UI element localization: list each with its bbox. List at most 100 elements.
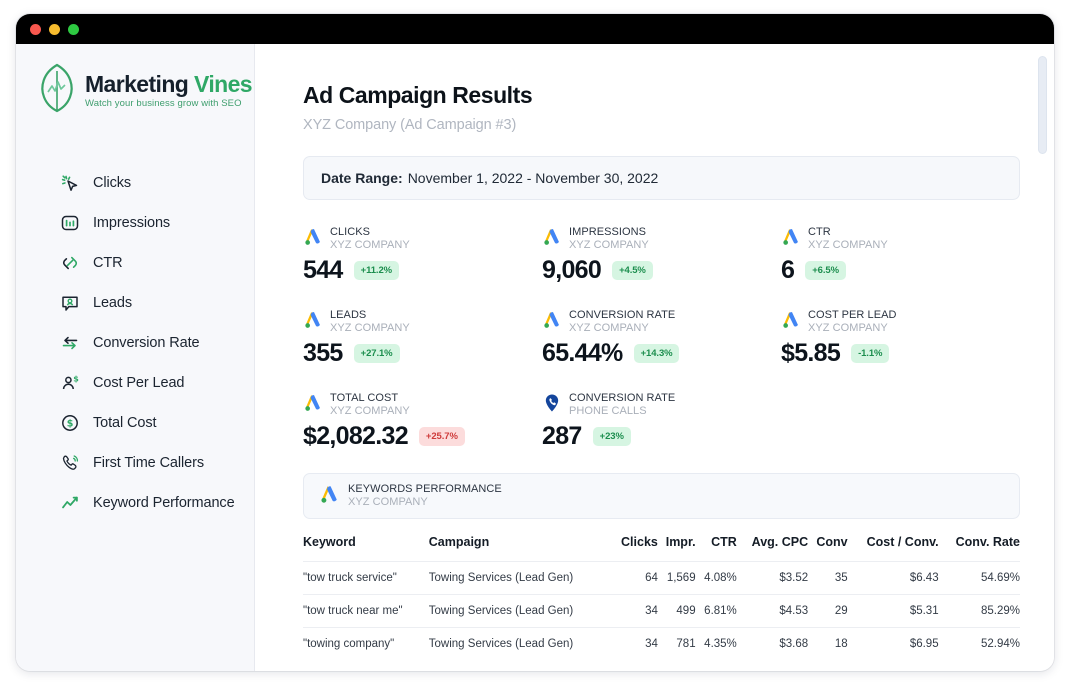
sidebar-item-label: Total Cost bbox=[93, 415, 156, 431]
date-range-value: November 1, 2022 - November 30, 2022 bbox=[408, 170, 659, 186]
table-row[interactable]: "tow truck near me" Towing Services (Lea… bbox=[303, 595, 1020, 628]
google-ads-icon bbox=[542, 310, 562, 335]
sidebar-item-label: CTR bbox=[93, 255, 123, 271]
sidebar-item-keyword-performance[interactable]: Keyword Performance bbox=[16, 483, 254, 523]
cell-impr: 781 bbox=[658, 628, 696, 661]
bar-chart-box-icon bbox=[60, 213, 80, 233]
table-head: Keyword Campaign Clicks Impr. CTR Avg. C… bbox=[303, 535, 1020, 562]
user-card-icon bbox=[60, 293, 80, 313]
map-pin-phone-icon bbox=[542, 393, 562, 418]
metric-delta-badge: +25.7% bbox=[419, 427, 465, 446]
metric-title: CONVERSION RATE bbox=[569, 309, 675, 322]
metric-delta-badge: -1.1% bbox=[851, 344, 889, 363]
google-ads-icon bbox=[303, 393, 323, 418]
metric-source: XYZ COMPANY bbox=[330, 239, 410, 252]
scrollbar-thumb[interactable] bbox=[1038, 56, 1047, 154]
metric-source: XYZ COMPANY bbox=[808, 239, 888, 252]
metric-delta-badge: +11.2% bbox=[354, 261, 399, 280]
cell-keyword: "tow truck near me" bbox=[303, 595, 429, 628]
sidebar-item-first-time-callers[interactable]: First Time Callers bbox=[16, 443, 254, 483]
keywords-table: Keyword Campaign Clicks Impr. CTR Avg. C… bbox=[303, 535, 1020, 660]
keywords-panel-source: XYZ COMPANY bbox=[348, 496, 502, 509]
metric-card-conversion-rate: CONVERSION RATE XYZ COMPANY 65.44% +14.3… bbox=[542, 309, 781, 368]
metric-source: XYZ COMPANY bbox=[330, 322, 410, 335]
date-range-label: Date Range: bbox=[321, 170, 403, 186]
metric-title: CONVERSION RATE bbox=[569, 392, 675, 405]
exchange-arrows-icon bbox=[60, 333, 80, 353]
column-header-conv-rate[interactable]: Conv. Rate bbox=[939, 535, 1020, 562]
minimize-button[interactable] bbox=[49, 24, 60, 35]
google-ads-icon bbox=[303, 310, 323, 335]
metric-title: COST PER LEAD bbox=[808, 309, 896, 322]
metric-delta-badge: +6.5% bbox=[805, 261, 846, 280]
metric-delta-badge: +23% bbox=[593, 427, 631, 446]
leaf-icon bbox=[38, 62, 76, 119]
column-header-impr[interactable]: Impr. bbox=[658, 535, 696, 562]
metric-title: TOTAL COST bbox=[330, 392, 410, 405]
google-ads-icon bbox=[781, 227, 801, 252]
metric-source: PHONE CALLS bbox=[569, 405, 675, 418]
google-ads-icon bbox=[319, 484, 340, 510]
date-range-bar[interactable]: Date Range: November 1, 2022 - November … bbox=[303, 156, 1020, 200]
metric-card-clicks: CLICKS XYZ COMPANY 544 +11.2% bbox=[303, 226, 542, 285]
sidebar-item-ctr[interactable]: CTR bbox=[16, 243, 254, 283]
column-header-conv[interactable]: Conv bbox=[808, 535, 847, 562]
app-window: Marketing Vines Watch your business grow… bbox=[16, 14, 1054, 671]
link-icon bbox=[60, 253, 80, 273]
metric-value: 355 bbox=[303, 339, 343, 368]
sidebar-item-leads[interactable]: Leads bbox=[16, 283, 254, 323]
column-header-cost-per-conv[interactable]: Cost / Conv. bbox=[848, 535, 939, 562]
cell-conv: 29 bbox=[808, 595, 847, 628]
metric-card-total-cost: TOTAL COST XYZ COMPANY $2,082.32 +25.7% bbox=[303, 392, 542, 451]
column-header-avg-cpc[interactable]: Avg. CPC bbox=[737, 535, 808, 562]
google-ads-icon bbox=[303, 227, 323, 252]
cell-cost-per-conv: $5.31 bbox=[848, 595, 939, 628]
close-button[interactable] bbox=[30, 24, 41, 35]
metric-value: 9,060 bbox=[542, 256, 601, 285]
cell-cost-per-conv: $6.43 bbox=[848, 562, 939, 595]
brand-tagline: Watch your business grow with SEO bbox=[85, 98, 252, 109]
column-header-ctr[interactable]: CTR bbox=[696, 535, 737, 562]
column-header-campaign[interactable]: Campaign bbox=[429, 535, 612, 562]
metric-source: XYZ COMPANY bbox=[569, 239, 649, 252]
cell-cost-per-conv: $6.95 bbox=[848, 628, 939, 661]
cell-ctr: 6.81% bbox=[696, 595, 737, 628]
cell-campaign: Towing Services (Lead Gen) bbox=[429, 595, 612, 628]
table-row[interactable]: "tow truck service" Towing Services (Lea… bbox=[303, 562, 1020, 595]
keywords-panel-title: KEYWORDS PERFORMANCE bbox=[348, 483, 502, 496]
metric-title: LEADS bbox=[330, 309, 410, 322]
cell-clicks: 64 bbox=[611, 562, 658, 595]
sidebar-item-label: First Time Callers bbox=[93, 455, 204, 471]
metric-title: CLICKS bbox=[330, 226, 410, 239]
metric-delta-badge: +27.1% bbox=[354, 344, 400, 363]
cell-impr: 1,569 bbox=[658, 562, 696, 595]
column-header-clicks[interactable]: Clicks bbox=[611, 535, 658, 562]
scrollbar-track[interactable] bbox=[1038, 56, 1047, 659]
cell-conv-rate: 52.94% bbox=[939, 628, 1020, 661]
table-row[interactable]: "towing company" Towing Services (Lead G… bbox=[303, 628, 1020, 661]
dollar-circle-icon: $ bbox=[60, 413, 80, 433]
sidebar-item-label: Clicks bbox=[93, 175, 131, 191]
sidebar-item-label: Impressions bbox=[93, 215, 170, 231]
maximize-button[interactable] bbox=[68, 24, 79, 35]
brand-logo[interactable]: Marketing Vines Watch your business grow… bbox=[16, 62, 254, 119]
window-body: Marketing Vines Watch your business grow… bbox=[16, 44, 1054, 671]
sidebar-item-label: Conversion Rate bbox=[93, 335, 200, 351]
sidebar-item-label: Keyword Performance bbox=[93, 495, 235, 511]
cell-conv: 35 bbox=[808, 562, 847, 595]
sidebar-item-clicks[interactable]: Clicks bbox=[16, 163, 254, 203]
metric-card-ctr: CTR XYZ COMPANY 6 +6.5% bbox=[781, 226, 1020, 285]
column-header-keyword[interactable]: Keyword bbox=[303, 535, 429, 562]
sidebar-item-impressions[interactable]: Impressions bbox=[16, 203, 254, 243]
sidebar-item-conversion-rate[interactable]: Conversion Rate bbox=[16, 323, 254, 363]
metric-source: XYZ COMPANY bbox=[569, 322, 675, 335]
svg-text:$: $ bbox=[73, 374, 79, 383]
metric-value: 65.44% bbox=[542, 339, 623, 368]
sidebar-item-total-cost[interactable]: $ Total Cost bbox=[16, 403, 254, 443]
page-title: Ad Campaign Results bbox=[303, 82, 1020, 109]
phone-ring-icon bbox=[60, 453, 80, 473]
cell-conv-rate: 85.29% bbox=[939, 595, 1020, 628]
sidebar: Marketing Vines Watch your business grow… bbox=[16, 44, 255, 671]
cell-keyword: "tow truck service" bbox=[303, 562, 429, 595]
sidebar-item-cost-per-lead[interactable]: $ Cost Per Lead bbox=[16, 363, 254, 403]
